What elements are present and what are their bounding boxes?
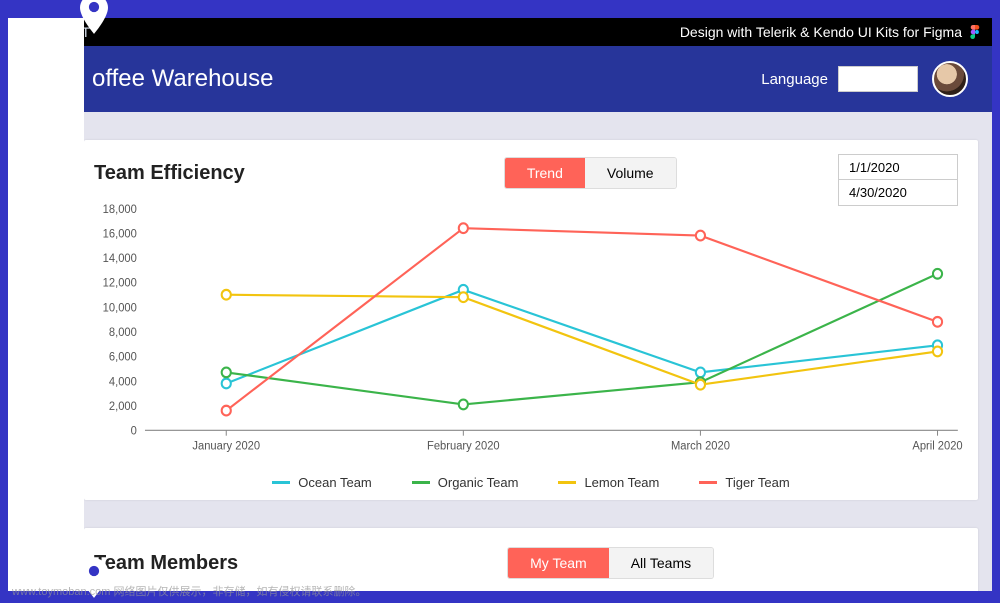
date-range: 1/1/2020 4/30/2020 [838,154,958,206]
members-segmented: My Team All Teams [508,548,713,578]
svg-text:12,000: 12,000 [103,277,137,289]
svg-text:8,000: 8,000 [109,327,137,339]
tab-trend[interactable]: Trend [505,158,585,188]
svg-text:April 2020: April 2020 [912,440,962,452]
svg-text:16,000: 16,000 [103,228,137,240]
legend-item[interactable]: Ocean Team [272,475,371,490]
user-avatar[interactable] [932,61,968,97]
legend-label: Ocean Team [298,475,371,490]
team-efficiency-title: Team Efficiency [94,162,245,185]
team-members-card: Team Members My Team All Teams [84,528,978,591]
svg-text:March 2020: March 2020 [671,440,730,452]
svg-text:6,000: 6,000 [109,351,137,363]
legend-swatch [699,481,717,484]
map-pin-icon-top [80,0,108,34]
figma-icon [968,25,982,39]
tab-all-teams[interactable]: All Teams [609,548,713,578]
legend-item[interactable]: Lemon Team [558,475,659,490]
chevron-down-icon: ▼ [899,74,909,85]
svg-text:February 2020: February 2020 [427,440,500,452]
language-label: Language [761,71,828,88]
app-header: offee Warehouse Language English ▼ [8,46,992,112]
svg-text:18,000: 18,000 [103,204,137,216]
legend-label: Organic Team [438,475,519,490]
legend-swatch [272,481,290,484]
promo-right[interactable]: Design with Telerik & Kendo UI Kits for … [680,24,982,40]
svg-text:10,000: 10,000 [103,302,137,314]
promo-right-text: Design with Telerik & Kendo UI Kits for … [680,24,962,40]
svg-text:0: 0 [131,425,137,437]
svg-text:January 2020: January 2020 [192,440,260,452]
language-select-value: English [847,72,890,87]
language-select[interactable]: English ▼ [838,66,918,92]
chart-legend: Ocean Team Organic Team Lemon Team Tiger Te… [84,475,978,490]
watermark-text: www.toymoban.com 网络图片仅供展示，非存储，如有侵权请联系删除。 [12,583,366,599]
legend-swatch [412,481,430,484]
team-members-title: Team Members [94,552,238,575]
app-title: offee Warehouse [92,65,273,93]
legend-label: Tiger Team [725,475,789,490]
left-overlay [8,18,84,591]
legend-item[interactable]: Tiger Team [699,475,789,490]
svg-text:4,000: 4,000 [109,376,137,388]
promo-bar: Build with T Design with Telerik & Kendo… [8,18,992,46]
tab-my-team[interactable]: My Team [508,548,609,578]
legend-label: Lemon Team [584,475,659,490]
efficiency-segmented: Trend Volume [505,158,676,188]
tab-volume[interactable]: Volume [585,158,676,188]
team-efficiency-card: Team Efficiency Trend Volume 1/1/2020 4/… [84,140,978,500]
legend-item[interactable]: Organic Team [412,475,519,490]
content-area: Team Efficiency Trend Volume 1/1/2020 4/… [8,112,992,591]
svg-text:14,000: 14,000 [103,253,137,265]
svg-text:2,000: 2,000 [109,401,137,413]
date-from-input[interactable]: 1/1/2020 [838,154,958,180]
efficiency-chart: 0 2,000 4,000 6,000 8,000 10,000 12,000 14,000 1… [84,202,968,482]
legend-swatch [558,481,576,484]
